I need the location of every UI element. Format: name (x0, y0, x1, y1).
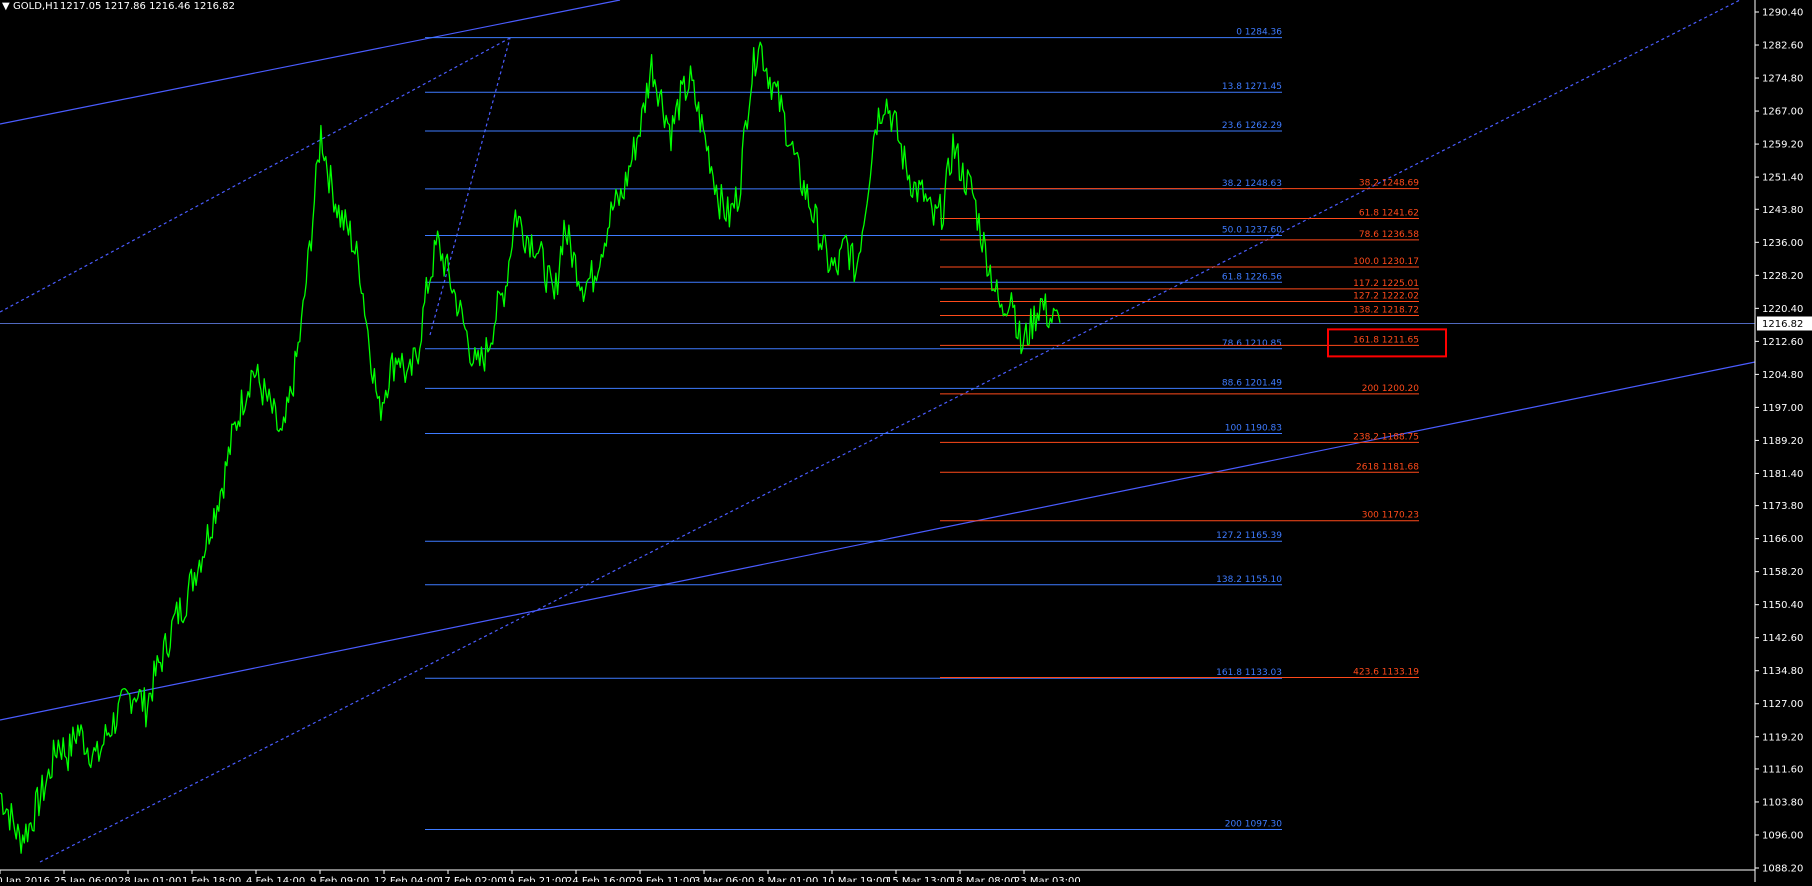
price-tick-label: 1173.80 (1762, 501, 1803, 512)
time-tick-label: 25 Jan 06:00 (54, 876, 117, 882)
fib-red-level-label: 300 1170.23 (1362, 511, 1419, 521)
price-tick-label: 1166.00 (1762, 534, 1803, 545)
time-tick-label: 24 Feb 16:00 (566, 876, 632, 882)
fib-red-level-label: 61.8 1241.62 (1359, 209, 1419, 219)
time-tick-label: 20 Jan 2016 (0, 876, 50, 882)
fib-red-level-label: 200 1200.20 (1362, 384, 1420, 394)
symbol-label: GOLD,H1 (13, 1, 59, 12)
fib-blue-level-label: 200 1097.30 (1225, 819, 1283, 829)
price-tick-label: 1181.40 (1762, 469, 1803, 480)
fib-red-level-label: 78.6 1236.58 (1359, 230, 1419, 240)
current-price-label: 1216.82 (1762, 319, 1803, 330)
price-tick-label: 1111.60 (1762, 764, 1803, 775)
chart-canvas[interactable]: 0 1284.36 13.8 1271.45 23.6 1262.29 38.2 12… (0, 0, 1812, 886)
fib-blue-level-label: 13.8 1271.45 (1222, 82, 1282, 92)
price-tick-label: 1204.80 (1762, 370, 1803, 381)
price-tick-label: 1267.00 (1762, 107, 1803, 118)
price-tick-label: 1243.80 (1762, 205, 1803, 216)
price-tick-label: 1197.00 (1762, 403, 1803, 414)
fib-blue-level-label: 23.6 1262.29 (1222, 121, 1282, 131)
price-tick-label: 1274.80 (1762, 74, 1803, 85)
fib-blue-level-label: 161.8 1133.03 (1216, 668, 1282, 678)
time-tick-label: 17 Feb 02:00 (438, 876, 504, 882)
fib-blue-level-label: 0 1284.36 (1236, 28, 1282, 38)
chart-background (0, 0, 1812, 882)
time-tick-label: 3 Mar 06:00 (694, 876, 754, 882)
time-tick-label: 10 Mar 19:00 (822, 876, 889, 882)
price-tick-label: 1290.40 (1762, 8, 1803, 19)
fib-blue-level-label: 38.2 1248.63 (1222, 179, 1282, 189)
time-tick-label: 4 Feb 14:00 (246, 876, 305, 882)
time-tick-label: 23 Mar 03:00 (1014, 876, 1081, 882)
fib-red-level-label: 117.2 1225.01 (1353, 279, 1419, 289)
time-tick-label: 28 Jan 01:00 (118, 876, 181, 882)
price-tick-label: 1220.40 (1762, 304, 1803, 315)
price-tick-label: 1158.20 (1762, 567, 1803, 578)
time-tick-label: 8 Mar 01:00 (758, 876, 818, 882)
price-tick-label: 1096.00 (1762, 830, 1803, 841)
price-tick-label: 1282.60 (1762, 41, 1803, 52)
fib-blue-level-label: 78.6 1210.85 (1222, 339, 1282, 349)
fib-blue-level-label: 100 1190.83 (1225, 424, 1282, 434)
chart-header: ▼ GOLD,H1 1217.05 1217.86 1216.46 1216.8… (2, 1, 235, 12)
price-chart[interactable]: 0 1284.36 13.8 1271.45 23.6 1262.29 38.2 12… (0, 0, 1812, 886)
price-tick-label: 1103.80 (1762, 797, 1803, 808)
fib-red-level-label: 423.6 1133.19 (1353, 668, 1419, 678)
fib-blue-level-label: 127.2 1165.39 (1216, 531, 1282, 541)
price-tick-label: 1088.20 (1762, 864, 1803, 875)
fib-red-level-label: 2618 1181.68 (1356, 462, 1419, 472)
fib-red-level-label: 161.8 1211.65 (1353, 335, 1419, 345)
time-tick-label: 19 Feb 21:00 (502, 876, 568, 882)
price-tick-label: 1119.20 (1762, 732, 1803, 743)
time-tick-label: 9 Feb 09:00 (310, 876, 369, 882)
fib-red-level-label: 127.2 1222.02 (1353, 291, 1419, 301)
time-tick-label: 15 Mar 13:00 (886, 876, 953, 882)
time-tick-label: 12 Feb 04:00 (374, 876, 440, 882)
fib-blue-level-label: 50.0 1237.60 (1222, 226, 1282, 236)
price-tick-label: 1189.20 (1762, 436, 1803, 447)
fib-blue-level-label: 61.8 1226.56 (1222, 272, 1282, 282)
price-tick-label: 1134.80 (1762, 666, 1803, 677)
price-tick-label: 1150.40 (1762, 600, 1803, 611)
price-tick-label: 1127.00 (1762, 699, 1803, 710)
time-tick-label: 18 Mar 08:00 (950, 876, 1017, 882)
price-tick-label: 1259.20 (1762, 140, 1803, 151)
price-tick-label: 1142.60 (1762, 633, 1803, 644)
fib-blue-level-label: 138.2 1155.10 (1216, 575, 1282, 585)
fib-blue-level-label: 88.6 1201.49 (1222, 378, 1282, 388)
menu-icon[interactable]: ▼ (2, 1, 10, 12)
fib-red-level-label: 38.2 1248.69 (1359, 179, 1419, 189)
time-tick-label: 29 Feb 11:00 (630, 876, 696, 882)
price-tick-label: 1228.20 (1762, 271, 1803, 282)
fib-red-level-label: 100.0 1230.17 (1353, 257, 1419, 267)
ohlc-readout: 1217.05 1217.86 1216.46 1216.82 (60, 1, 235, 12)
price-tick-label: 1251.40 (1762, 173, 1803, 184)
price-tick-label: 1236.00 (1762, 238, 1803, 249)
fib-red-level-label: 138.2 1218.72 (1353, 305, 1419, 315)
fib-red-level-label: 238.2 1188.75 (1353, 432, 1419, 442)
price-tick-label: 1212.60 (1762, 337, 1803, 348)
time-tick-label: 1 Feb 18:00 (182, 876, 241, 882)
